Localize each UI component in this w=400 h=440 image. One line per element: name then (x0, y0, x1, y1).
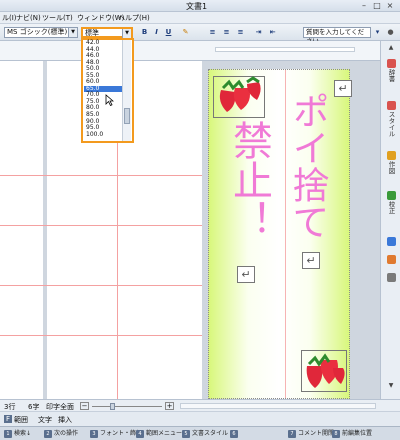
strawberry-image (213, 76, 265, 118)
font-size-combo[interactable]: 標準 ▼ (81, 27, 133, 38)
bottom-tab-bar: F 範囲 文字 挿入 (0, 411, 400, 426)
sidebar-item-extra[interactable] (384, 255, 398, 265)
menu-bar: ル(I) ナビ(N) ツール(T) ウィンドウ(W) ヘルプ(H) (0, 12, 400, 24)
font-size-options: 42.0 44.0 46.0 48.0 50.0 55.0 60.0 65.0 70.0 75.0… (84, 39, 123, 139)
poster-text-sub[interactable]: 禁止！ (226, 120, 272, 240)
fkey-5[interactable]: 5 文書スタイル (182, 429, 228, 439)
fkey-2[interactable]: 2 次の操作 (44, 429, 78, 439)
paragraph-mark: ↵ (302, 252, 320, 269)
poster-text-main[interactable]: ポイ捨て (286, 92, 329, 240)
page-left (0, 61, 43, 399)
italic-button[interactable]: I (152, 28, 161, 37)
tab-text[interactable]: 文字 (38, 415, 52, 425)
font-size-dropdown[interactable]: 42.0 44.0 46.0 48.0 50.0 55.0 60.0 65.0 70.0 75.0… (81, 38, 134, 143)
zoom-slider[interactable] (92, 406, 162, 407)
chevron-up-icon[interactable]: ▲ (386, 43, 396, 52)
zoom-out-button[interactable]: − (80, 402, 89, 410)
sidebar-item-dictionary[interactable]: 辞書 (384, 59, 398, 82)
align-center-icon[interactable]: ≡ (222, 28, 231, 37)
sidebar-item-style[interactable]: スタイル (384, 101, 398, 137)
clipboard-icon (386, 255, 396, 264)
sidebar-item-label: スタイル (387, 111, 395, 137)
align-right-icon[interactable]: ≡ (236, 28, 245, 37)
window-title: 文書1 (186, 2, 208, 11)
fkey-8[interactable]: 8 前編集位置 (332, 429, 372, 439)
menu-item-tools[interactable]: ツール(T) (42, 13, 73, 23)
proofread-icon (386, 191, 396, 200)
style-icon (386, 101, 396, 110)
fkey-1[interactable]: 1 検索↓ (4, 429, 31, 439)
highlight-pen-icon[interactable]: ✎ (181, 28, 190, 37)
chevron-down-icon[interactable]: ▼ (68, 28, 77, 37)
paragraph-mark: ↵ (237, 266, 255, 283)
underline-button[interactable]: U (164, 28, 173, 37)
horizontal-scrollbar[interactable] (180, 403, 376, 409)
help-search-input[interactable]: 質問を入力してください (303, 27, 371, 45)
ruler (0, 41, 380, 61)
sidebar-item-extra[interactable] (384, 273, 398, 283)
sidebar-item-extra[interactable] (384, 237, 398, 247)
grid-line (0, 335, 202, 336)
tab-range[interactable]: 範囲 (14, 415, 28, 425)
task-sidebar: ▲ 辞書 スタイル 作図 校正 ▼ (380, 41, 400, 399)
function-key-bar: 1 検索↓ 2 次の操作 3 フォント・飾り 4 範囲メニュー 5 文書スタイル 6 7コ… (0, 426, 400, 440)
font-name-combo[interactable]: MS ゴシック(標準) ▼ (4, 27, 78, 38)
font-name-value: MS ゴシック(標準) (7, 28, 68, 36)
dropdown-scrollbar[interactable] (122, 40, 131, 141)
close-button[interactable]: × (385, 1, 395, 10)
grid-line (0, 225, 202, 226)
sidebar-item-drawing[interactable]: 作図 (384, 151, 398, 174)
minimize-button[interactable]: – (359, 1, 369, 10)
bold-button[interactable]: B (140, 28, 149, 37)
paragraph-mark: ↵ (334, 80, 352, 97)
fkey-6[interactable]: 6 (230, 429, 240, 439)
font-size-value: 標準 (85, 29, 99, 37)
document-area[interactable]: ↵ ポイ捨て 禁止！ ↵ ↵ (0, 61, 380, 399)
zoom-in-button[interactable]: + (165, 402, 174, 410)
indent-icon[interactable]: ⇥ (254, 28, 263, 37)
page-icon (386, 237, 396, 246)
grid-line (0, 175, 202, 176)
chevron-down-icon[interactable]: ▼ (386, 381, 396, 390)
fkey-7[interactable]: 7 コメント開閉 (288, 429, 334, 439)
settings-icon (386, 273, 396, 282)
sidebar-item-label: 辞書 (387, 69, 395, 82)
toolbar-options-icon[interactable]: ● (386, 28, 395, 37)
tab-insert[interactable]: 挿入 (58, 415, 72, 425)
sidebar-item-proofread[interactable]: 校正 (384, 191, 398, 214)
align-left-icon[interactable]: ≡ (208, 28, 217, 37)
toolbar: MS ゴシック(標準) ▼ 標準 ▼ B I U ✎ ≡ ≡ ≡ ⇥ ⇤ 質問を… (0, 24, 400, 45)
menu-item-help[interactable]: ヘルプ(H) (118, 13, 150, 23)
font-size-option[interactable]: 100.0 (84, 131, 123, 139)
mouse-cursor-icon (105, 94, 114, 106)
dictionary-icon (386, 59, 396, 68)
outdent-icon[interactable]: ⇤ (268, 28, 277, 37)
fkey-3[interactable]: 3 フォント・飾り (90, 429, 142, 439)
scrollbar-thumb[interactable] (124, 108, 130, 124)
tab-f[interactable]: F (4, 415, 13, 423)
maximize-button[interactable]: □ (372, 1, 382, 10)
sidebar-item-label: 作図 (387, 161, 395, 174)
menu-item[interactable]: ル(I) (2, 13, 17, 23)
ruler-track[interactable] (215, 47, 355, 52)
status-bar: 3行 6字 印字全面 − + (0, 399, 400, 411)
title-bar: 文書1 – □ × (0, 0, 400, 12)
drawing-icon (386, 151, 396, 160)
sidebar-item-label: 校正 (387, 201, 395, 214)
menu-item-navi[interactable]: ナビ(N) (16, 13, 41, 23)
poster-page[interactable]: ↵ ポイ捨て 禁止！ ↵ ↵ (208, 69, 352, 399)
grid-line (0, 285, 202, 286)
help-dropdown-icon[interactable]: ▾ (373, 28, 382, 37)
strawberry-image (301, 350, 347, 392)
chevron-down-icon[interactable]: ▼ (122, 29, 131, 38)
zoom-slider-thumb[interactable] (110, 403, 115, 410)
fkey-4[interactable]: 4 範囲メニュー (136, 429, 182, 439)
